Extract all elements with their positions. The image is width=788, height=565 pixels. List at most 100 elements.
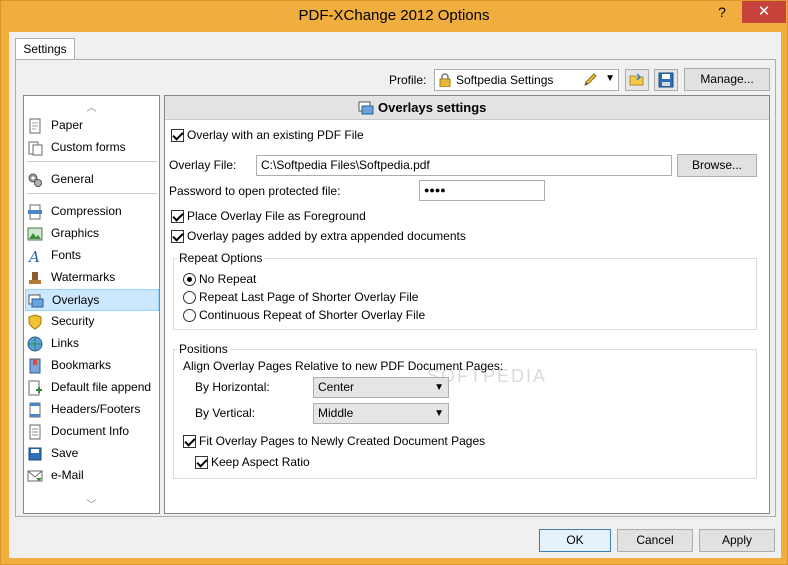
gears-icon (28, 173, 42, 187)
sidebar-item-label: Custom forms (51, 140, 126, 154)
sidebar-item-label: Bookmarks (51, 358, 112, 372)
sidebar-item-label: Watermarks (51, 270, 116, 284)
fonts-icon: A (27, 248, 40, 264)
sidebar-item-save[interactable]: Save (25, 443, 159, 465)
overlay-existing-checkbox[interactable] (171, 129, 184, 142)
file-append-icon (28, 380, 42, 396)
ok-button[interactable]: OK (539, 529, 611, 552)
sidebar-item-label: Compression (51, 204, 122, 218)
open-profile-button[interactable] (625, 69, 649, 91)
browse-button[interactable]: Browse... (677, 154, 757, 177)
overlays-icon (358, 101, 374, 115)
tab-settings[interactable]: Settings (15, 38, 75, 60)
extra-pages-label: Overlay pages added by extra appended do… (187, 229, 466, 243)
align-label: Align Overlay Pages Relative to new PDF … (183, 359, 504, 373)
sidebar-item-watermarks[interactable]: Watermarks (25, 267, 159, 289)
sidebar-item-label: Overlays (52, 293, 100, 307)
profile-select[interactable]: Softpedia Settings ▼ (434, 69, 619, 91)
chevron-down-icon: ▼ (434, 382, 444, 393)
overlay-file-label: Overlay File: (169, 158, 237, 172)
vertical-select[interactable]: Middle ▼ (313, 403, 449, 424)
category-sidebar: ︿ Paper Custom forms General Compression… (23, 95, 160, 514)
sidebar-item-security[interactable]: Security (25, 311, 159, 333)
sidebar-item-links[interactable]: Links (25, 333, 159, 355)
scroll-up-icon[interactable]: ︿ (24, 99, 159, 114)
sidebar-item-general[interactable]: General (25, 169, 159, 191)
headers-footers-icon (29, 402, 41, 418)
close-button[interactable]: ✕ (742, 1, 786, 23)
horizontal-select[interactable]: Center ▼ (313, 377, 449, 398)
graphics-icon (27, 227, 43, 241)
sidebar-item-label: Graphics (51, 226, 100, 240)
bookmarks-icon (29, 358, 41, 374)
overlay-file-input[interactable]: C:\Softpedia Files\Softpedia.pdf (256, 155, 672, 176)
sidebar-item-label: Links (51, 336, 80, 350)
sidebar-item-label: e-Mail (51, 468, 84, 482)
sidebar-item-label: Headers/Footers (51, 402, 141, 416)
apply-button[interactable]: Apply (699, 529, 775, 552)
document-info-icon (29, 424, 41, 440)
continuous-repeat-radio[interactable] (183, 309, 196, 322)
password-input[interactable]: ●●●● (419, 180, 545, 201)
sidebar-item-bookmarks[interactable]: Bookmarks (25, 355, 159, 377)
sidebar-item-paper[interactable]: Paper (25, 115, 159, 137)
foreground-checkbox[interactable] (171, 210, 184, 223)
continuous-repeat-label: Continuous Repeat of Shorter Overlay Fil… (199, 308, 426, 322)
repeat-options-title: Repeat Options (177, 251, 265, 265)
panel-title: Overlays settings (378, 100, 487, 115)
fit-pages-label: Fit Overlay Pages to Newly Created Docum… (199, 434, 486, 448)
panel-header: Overlays settings (165, 96, 769, 120)
chevron-down-icon: ▼ (434, 408, 444, 419)
sidebar-item-label: Paper (51, 118, 84, 132)
help-button[interactable]: ? (707, 1, 737, 23)
sidebar-item-headers-footers[interactable]: Headers/Footers (25, 399, 159, 421)
sidebar-item-custom-forms[interactable]: Custom forms (25, 137, 159, 159)
sidebar-item-compression[interactable]: Compression (25, 201, 159, 223)
sidebar-item-email[interactable]: e-Mail (25, 465, 159, 487)
overlays-icon (28, 294, 44, 308)
save-profile-button[interactable] (654, 69, 678, 91)
repeat-last-page-radio[interactable] (183, 291, 196, 304)
title-bar[interactable]: PDF-XChange 2012 Options ? ✕ (1, 1, 787, 32)
overlay-existing-label: Overlay with an existing PDF File (187, 128, 364, 142)
sidebar-item-document-info[interactable]: Document Info (25, 421, 159, 443)
lock-icon (439, 73, 451, 87)
repeat-last-page-label: Repeat Last Page of Shorter Overlay File (199, 290, 419, 304)
fit-pages-checkbox[interactable] (183, 435, 196, 448)
watermark-icon (29, 272, 41, 284)
cancel-button[interactable]: Cancel (617, 529, 693, 552)
sidebar-item-label: Save (51, 446, 79, 460)
email-icon (27, 470, 43, 482)
positions-title: Positions (177, 342, 230, 356)
manage-button[interactable]: Manage... (684, 68, 770, 91)
svg-text:A: A (27, 248, 40, 264)
scroll-down-icon[interactable]: ﹀ (24, 496, 159, 511)
paper-icon (29, 118, 41, 134)
extra-pages-checkbox[interactable] (171, 230, 184, 243)
horizontal-value: Center (318, 380, 355, 394)
horizontal-label: By Horizontal: (195, 380, 270, 394)
no-repeat-label: No Repeat (199, 272, 257, 286)
links-icon (27, 336, 43, 352)
sidebar-item-label: Security (51, 314, 95, 328)
save-icon (28, 447, 42, 461)
sidebar-item-default-file-append[interactable]: Default file append (25, 377, 159, 399)
sidebar-item-overlays[interactable]: Overlays (25, 289, 159, 311)
vertical-label: By Vertical: (195, 406, 256, 420)
sidebar-separator (27, 193, 157, 194)
sidebar-item-graphics[interactable]: Graphics (25, 223, 159, 245)
no-repeat-radio[interactable] (183, 273, 196, 286)
pencil-icon[interactable] (582, 72, 598, 88)
sidebar-separator (27, 161, 157, 162)
sidebar-item-fonts[interactable]: A Fonts (25, 245, 159, 267)
keep-aspect-checkbox[interactable] (195, 456, 208, 469)
window-title: PDF-XChange 2012 Options (298, 7, 490, 24)
chevron-down-icon: ▼ (605, 73, 615, 84)
keep-aspect-label: Keep Aspect Ratio (211, 455, 310, 469)
profile-label: Profile: (389, 73, 427, 87)
shield-icon (28, 314, 42, 330)
options-window: PDF-XChange 2012 Options ? ✕ Settings Pr… (0, 0, 788, 565)
settings-tab-page: Profile: Softpedia Settings ▼ Manage... … (15, 59, 776, 517)
overlays-settings-panel: Overlays settings Overlay with an existi… (164, 95, 770, 514)
compression-icon (28, 204, 42, 220)
